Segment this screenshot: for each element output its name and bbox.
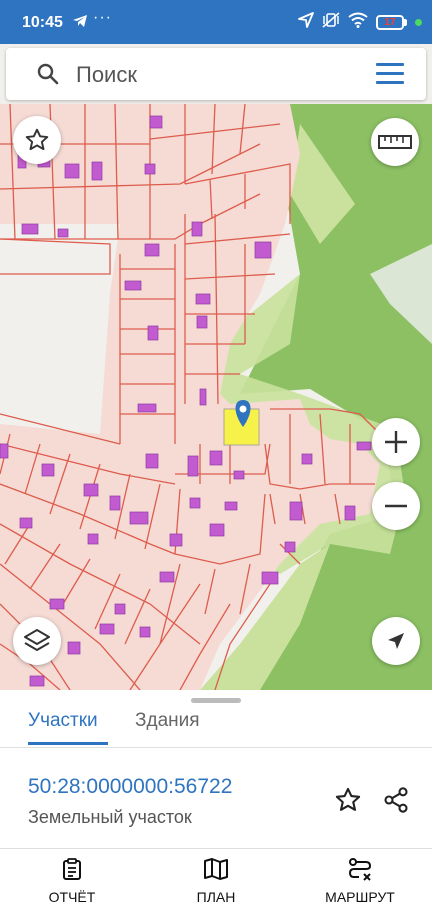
search-bar[interactable]: Поиск xyxy=(6,48,426,100)
navigation-arrow-icon xyxy=(388,633,404,649)
share-button[interactable] xyxy=(382,786,410,819)
cadastral-number[interactable]: 50:28:0000000:56722 xyxy=(28,775,232,799)
star-outline-icon xyxy=(25,128,49,151)
nav-route-label: МАРШРУТ xyxy=(325,889,395,905)
vibrate-off-icon xyxy=(322,12,340,33)
cadastral-map[interactable] xyxy=(0,44,432,690)
map-plan-icon xyxy=(204,858,228,880)
location-icon xyxy=(298,12,314,33)
zoom-in-button[interactable] xyxy=(372,418,420,466)
favorite-button[interactable] xyxy=(334,786,362,819)
my-location-button[interactable] xyxy=(372,617,420,665)
telegram-icon xyxy=(72,14,88,33)
share-icon xyxy=(384,787,408,813)
map-view[interactable] xyxy=(0,44,432,690)
wifi-icon xyxy=(348,12,368,33)
ruler-button[interactable] xyxy=(371,118,419,166)
minus-icon xyxy=(385,504,407,508)
layers-button[interactable] xyxy=(13,617,61,665)
status-bar: 10:45 ··· 17 xyxy=(0,0,432,44)
nav-route[interactable]: МАРШРУТ xyxy=(300,857,420,905)
favorites-button[interactable] xyxy=(13,116,61,164)
star-outline-icon xyxy=(335,787,361,811)
zoom-out-button[interactable] xyxy=(372,482,420,530)
nav-plan-label: ПЛАН xyxy=(196,889,236,905)
nav-report-label: ОТЧЁТ xyxy=(48,889,96,905)
search-icon xyxy=(37,63,59,85)
menu-icon[interactable] xyxy=(376,63,404,90)
sheet-drag-handle[interactable] xyxy=(191,698,241,703)
battery-level: 17 xyxy=(384,17,396,28)
status-time: 10:45 xyxy=(22,14,63,31)
more-notifications-icon: ··· xyxy=(93,9,112,26)
plus-icon xyxy=(385,431,407,453)
bottom-navigation: ОТЧЁТ ПЛАН МАРШРУТ xyxy=(0,848,432,910)
tab-buildings[interactable]: Здания xyxy=(135,710,200,732)
nav-report[interactable]: ОТЧЁТ xyxy=(12,857,132,905)
report-icon xyxy=(63,858,81,880)
search-input[interactable]: Поиск xyxy=(76,62,137,88)
route-icon xyxy=(348,858,372,881)
tab-parcels[interactable]: Участки xyxy=(28,710,98,732)
layers-icon xyxy=(24,629,50,651)
parcel-type: Земельный участок xyxy=(28,807,192,827)
recording-dot xyxy=(415,19,422,26)
battery-icon: 17 xyxy=(376,15,407,30)
open-field xyxy=(0,224,120,434)
active-tab-indicator xyxy=(28,742,108,745)
parcel-info-sheet: Участки Здания 50:28:0000000:56722 Земел… xyxy=(0,690,432,848)
divider xyxy=(0,747,432,748)
nav-plan[interactable]: ПЛАН xyxy=(156,857,276,905)
ruler-icon xyxy=(378,135,412,149)
